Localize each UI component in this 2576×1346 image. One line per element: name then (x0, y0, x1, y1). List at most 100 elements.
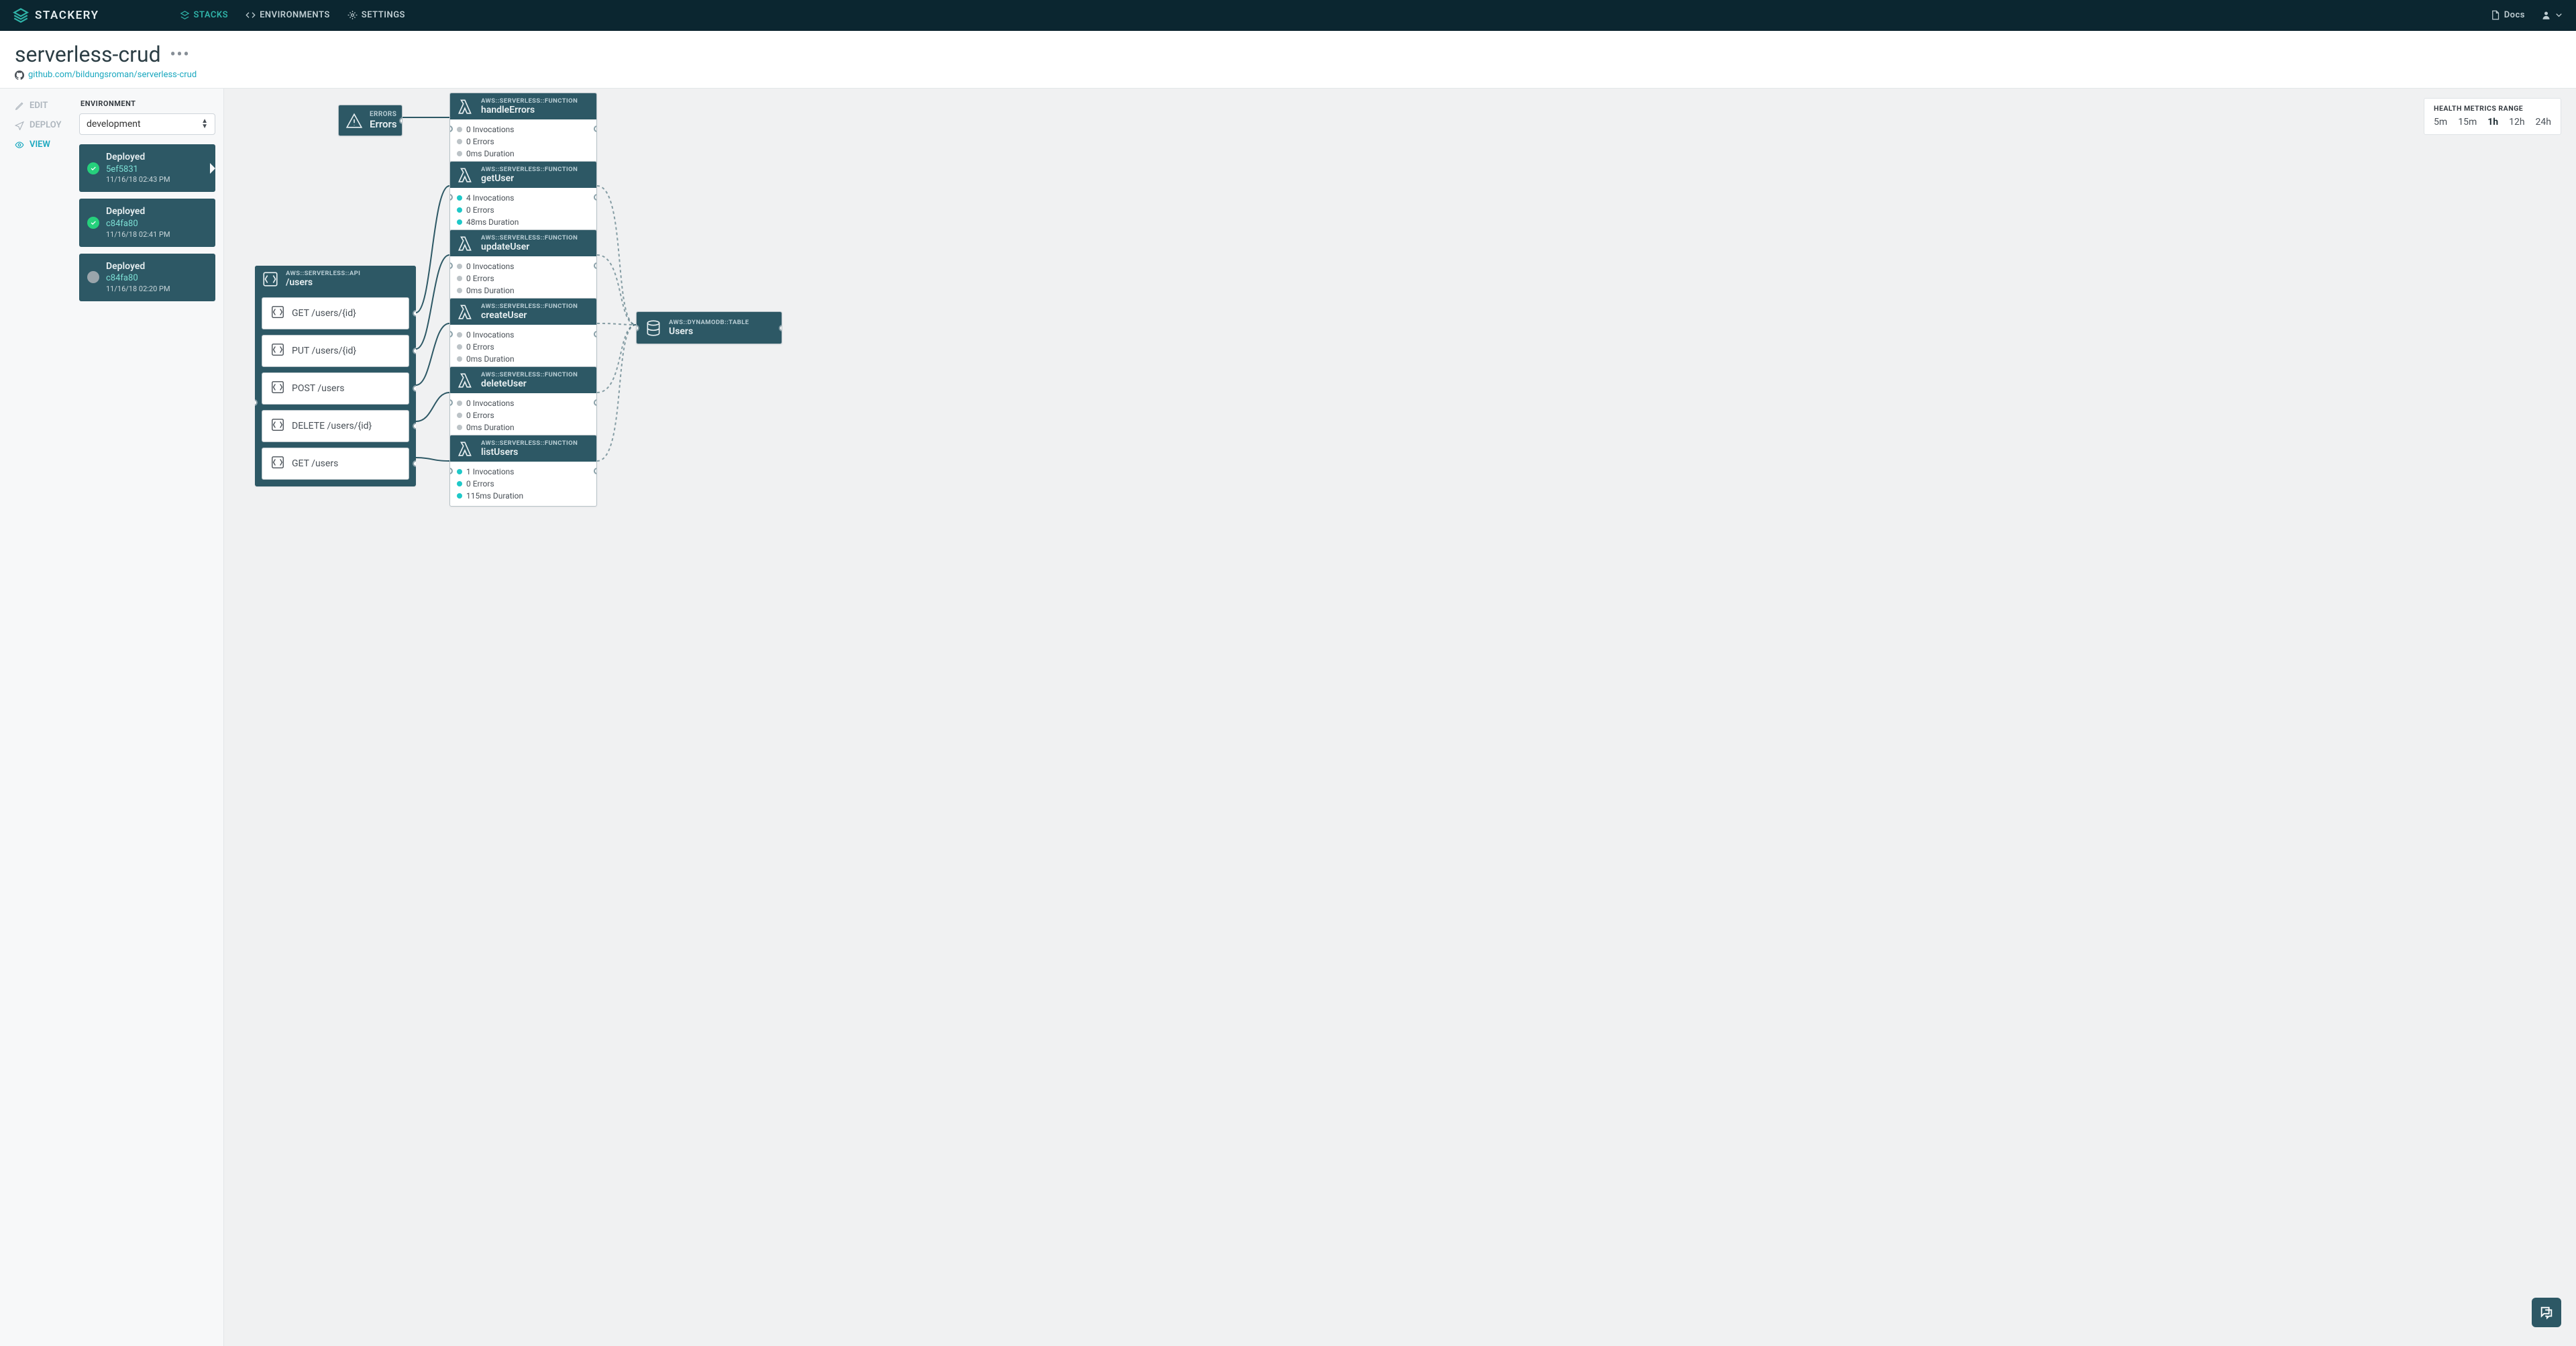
metrics-range-option[interactable]: 12h (2509, 117, 2524, 127)
metrics-range-option[interactable]: 5m (2434, 117, 2447, 127)
nav-stacks-label: STACKS (194, 10, 229, 20)
node-errors[interactable]: ERRORS Errors (338, 105, 402, 136)
check-icon (87, 217, 99, 229)
node-fn-name: handleErrors (481, 105, 578, 115)
top-nav: STACKERY STACKS ENVIRONMENTS SETTINGS Do… (0, 0, 2576, 31)
api-route[interactable]: GET /users/{id} (262, 297, 409, 329)
node-table-users[interactable]: AWS::DYNAMODB::TABLE Users (636, 311, 782, 344)
node-fn-name: deleteUser (481, 378, 578, 389)
lambda-icon (457, 166, 474, 184)
node-fn-createUser[interactable]: AWS::SERVERLESS::FUNCTION createUser 0 I… (449, 298, 597, 370)
environment-label: ENVIRONMENT (80, 99, 215, 108)
node-fn-name: updateUser (481, 242, 578, 252)
deployment-card[interactable]: Deployed c84fa80 11/16/18 02:20 PM (79, 254, 215, 301)
metrics-range-option[interactable]: 24h (2536, 117, 2551, 127)
nav-environments[interactable]: ENVIRONMENTS (246, 10, 330, 20)
metric-dot-icon (457, 127, 462, 132)
metric-dot-icon (457, 195, 462, 201)
deployment-timestamp: 11/16/18 02:43 PM (106, 175, 170, 185)
nav-env-label: ENVIRONMENTS (260, 10, 330, 20)
api-icon (262, 270, 279, 288)
lambda-icon (457, 372, 474, 389)
diagram-canvas[interactable]: ERRORS Errors AWS::SERVERLESS::FUNCTION … (224, 89, 2576, 1346)
lambda-icon (457, 303, 474, 321)
page-title: serverless-crud (15, 42, 161, 67)
rail-deploy-label: DEPLOY (30, 120, 61, 130)
pencil-icon (15, 101, 24, 111)
metric-dot-icon (457, 288, 462, 293)
environment-value: development (87, 119, 141, 130)
api-route-label: POST /users (292, 383, 344, 394)
node-fn-listUsers[interactable]: AWS::SERVERLESS::FUNCTION listUsers 1 In… (449, 435, 597, 507)
node-fn-updateUser[interactable]: AWS::SERVERLESS::FUNCTION updateUser 0 I… (449, 229, 597, 301)
api-icon (270, 305, 285, 322)
rail-edit[interactable]: EDIT (15, 101, 79, 111)
brand-logo[interactable]: STACKERY (12, 7, 99, 24)
api-route[interactable]: PUT /users/{id} (262, 335, 409, 367)
metrics-range-option[interactable]: 15m (2458, 117, 2477, 127)
metric-text: 0 Invocations (466, 260, 515, 272)
api-route[interactable]: POST /users (262, 372, 409, 405)
rail-view[interactable]: VIEW (15, 140, 79, 150)
deployment-card[interactable]: Deployed 5ef5831 11/16/18 02:43 PM (79, 144, 215, 192)
status-dot-icon (87, 271, 99, 283)
eye-icon (15, 140, 24, 150)
deployment-card[interactable]: Deployed c84fa80 11/16/18 02:41 PM (79, 199, 215, 246)
rail-deploy[interactable]: DEPLOY (15, 120, 79, 130)
deployment-hash: c84fa80 (106, 272, 170, 284)
node-fn-getUser[interactable]: AWS::SERVERLESS::FUNCTION getUser 4 Invo… (449, 161, 597, 233)
node-api-name: /users (286, 277, 360, 288)
user-menu[interactable] (2541, 10, 2564, 20)
node-fn-handleErrors[interactable]: AWS::SERVERLESS::FUNCTION handleErrors 0… (449, 93, 597, 164)
github-icon (15, 70, 24, 80)
title-menu-button[interactable]: ••• (170, 46, 191, 63)
chat-fab[interactable] (2532, 1298, 2561, 1327)
metric-text: 0ms Duration (466, 353, 515, 365)
rail-edit-label: EDIT (30, 101, 48, 111)
metric-text: 1 Invocations (466, 466, 515, 478)
nav-settings-label: SETTINGS (362, 10, 405, 20)
api-route[interactable]: DELETE /users/{id} (262, 410, 409, 442)
check-icon (87, 162, 99, 174)
metric-text: 0 Errors (466, 341, 494, 353)
database-icon (645, 319, 662, 337)
metric-text: 0 Invocations (466, 123, 515, 136)
metric-dot-icon (457, 151, 462, 156)
api-route[interactable]: GET /users (262, 448, 409, 480)
metric-text: 0 Errors (466, 478, 494, 490)
docs-link[interactable]: Docs (2490, 10, 2525, 20)
metric-text: 0 Invocations (466, 329, 515, 341)
lambda-icon (457, 235, 474, 252)
metric-text: 4 Invocations (466, 192, 515, 204)
alert-triangle-icon (345, 112, 363, 130)
lambda-icon (457, 98, 474, 115)
api-route-label: GET /users (292, 458, 338, 469)
metric-dot-icon (457, 493, 462, 499)
repo-link[interactable]: github.com/bildungsroman/serverless-crud (15, 70, 2561, 80)
deployment-hash: 5ef5831 (106, 164, 170, 176)
api-route-label: DELETE /users/{id} (292, 421, 372, 431)
metrics-range-option[interactable]: 1h (2487, 117, 2498, 127)
node-api-users[interactable]: AWS::SERVERLESS::API /users GET /users/{… (255, 266, 416, 486)
metric-dot-icon (457, 469, 462, 474)
deployment-timestamp: 11/16/18 02:20 PM (106, 284, 170, 295)
metric-dot-icon (457, 356, 462, 362)
metric-dot-icon (457, 139, 462, 144)
deployment-hash: c84fa80 (106, 218, 170, 230)
metric-dot-icon (457, 481, 462, 486)
environment-select[interactable]: development ▲▼ (79, 113, 215, 135)
node-api-type: AWS::SERVERLESS::API (286, 270, 360, 277)
metric-dot-icon (457, 344, 462, 350)
node-fn-deleteUser[interactable]: AWS::SERVERLESS::FUNCTION deleteUser 0 I… (449, 366, 597, 438)
nav-stacks[interactable]: STACKS (180, 10, 229, 20)
metric-text: 0 Errors (466, 409, 494, 421)
api-icon (270, 455, 285, 472)
lambda-icon (457, 440, 474, 458)
metric-dot-icon (457, 264, 462, 269)
gear-icon (347, 10, 358, 20)
nav-settings[interactable]: SETTINGS (347, 10, 405, 20)
metric-dot-icon (457, 219, 462, 225)
deployment-timestamp: 11/16/18 02:41 PM (106, 230, 170, 240)
node-fn-type: AWS::SERVERLESS::FUNCTION (481, 166, 578, 173)
code-icon (246, 10, 256, 20)
